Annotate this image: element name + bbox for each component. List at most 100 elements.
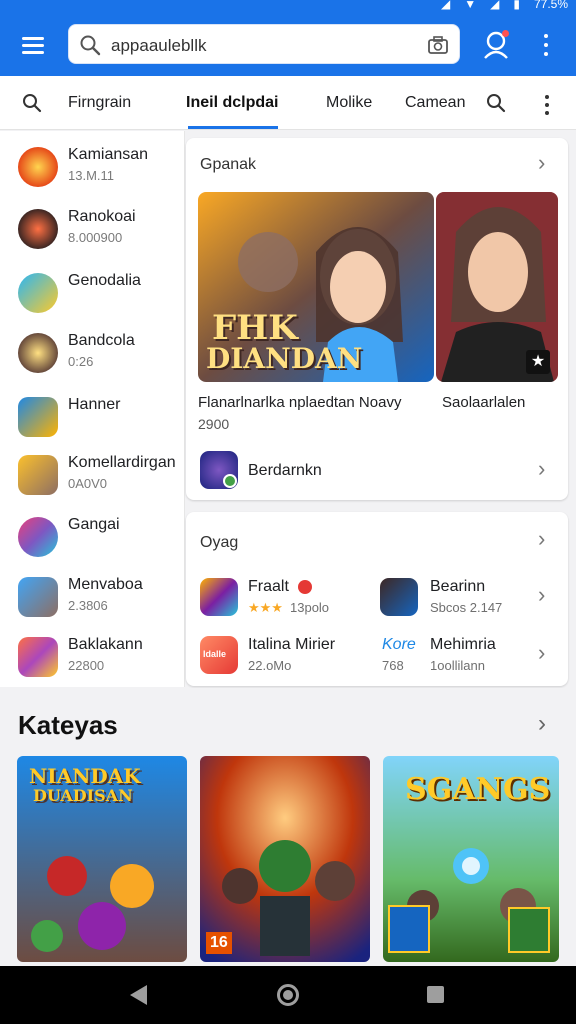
app-name: Kamiansan [68,146,149,163]
battery-icon: ▮ [513,0,520,11]
featured-card: Gpanak › FHK DIANDAN ★ Flanarlnarlka npl… [186,138,568,500]
search-icon[interactable] [486,93,506,113]
network-icon: ◢ [490,0,500,11]
app-name[interactable]: Italina Mirier [248,636,335,654]
banner-subtext: 2900 [198,416,230,432]
wifi-icon: ▼ [464,0,477,11]
banner-caption: Saolaarlalen [442,394,526,411]
icon-label: Idalle [203,649,227,659]
app-subtitle: 2.3806 [68,598,108,613]
game-icon-1 [18,147,58,187]
game-icon-6 [18,455,58,495]
category-art-title: SGANGS [405,772,551,807]
app-name: Genodalia [68,272,141,289]
app-subtitle: 1oollilann [430,658,485,673]
chevron-right-icon[interactable]: › [538,582,545,608]
games-card: Oyag › Fraalt ★★★ 13polo Bearinn Sbcos 2… [186,512,568,686]
tab-firngrain[interactable]: Firngrain [68,94,131,112]
chevron-right-icon[interactable]: › [538,640,545,666]
badge-icon [298,580,312,594]
category-card[interactable]: SGANGS [383,756,559,962]
banner-subtitle: DIANDAN [206,342,363,375]
active-tab-indicator [188,126,278,129]
app-subtitle: Sbcos 2.147 [430,600,503,615]
game-icon-12[interactable]: Idalle [200,636,238,674]
list-item[interactable]: Kamiansan 13.M.11 [0,137,185,199]
game-icon-3 [18,273,58,313]
featured-banner-2[interactable]: ★ [436,192,558,382]
game-icon-11[interactable] [380,578,418,616]
game-icon-2 [18,209,58,249]
app-icon-subtext: 768 [382,658,404,673]
chevron-right-icon[interactable]: › [538,710,546,738]
home-icon[interactable] [277,984,299,1006]
app-name: Menvaboa [68,576,143,593]
list-item[interactable]: Ranokoai 8.000900 [0,199,185,261]
notification-dot [502,30,509,37]
app-name[interactable]: Fraalt [248,578,289,596]
camera-search-icon[interactable] [427,35,449,55]
category-card[interactable]: 16 [200,756,370,962]
chevron-right-icon[interactable]: › [538,456,545,482]
search-icon [80,35,101,56]
list-item[interactable]: Genodalia [0,263,185,325]
search-bar[interactable]: appaaulebllk [68,24,460,64]
status-icons: ◢ ▼ ◢ ▮ 77.5% [441,0,568,11]
app-name: Bandcola [68,332,135,349]
recents-icon[interactable] [427,986,444,1003]
account-button[interactable] [482,30,510,65]
tab-bar: Firngrain Ineil dclpdai Molike Camean [0,76,576,130]
game-icon-7 [18,517,58,557]
app-name[interactable]: Mehimria [430,636,496,654]
section-title: Oyag [200,534,239,551]
app-subtitle: 13.M.11 [68,168,115,183]
app-list: Kamiansan 13.M.11 Ranokoai 8.000900 Geno… [0,131,185,687]
age-rating-badge: 16 [206,932,232,954]
app-subtitle: 0:26 [68,354,94,369]
app-name: Ranokoai [68,208,136,225]
categories-section: Kateyas › NIANDAK DUADISAN 16 SGANGS [0,688,576,966]
menu-icon[interactable] [18,30,48,60]
app-subtitle: 13polo [290,600,330,615]
list-item[interactable]: Hanner [0,387,185,449]
tab-camean[interactable]: Camean [405,94,465,112]
back-icon[interactable] [130,985,147,1005]
app-name: Komellardirgan [68,454,176,471]
system-nav-bar [0,966,576,1024]
list-item[interactable]: Berdarnkn › [186,444,568,498]
search-input[interactable]: appaaulebllk [111,36,206,56]
tab-ineil-dclpdai[interactable]: Ineil dclpdai [186,94,278,112]
tab-molike[interactable]: Molike [326,94,372,112]
list-item[interactable]: Gangai [0,507,185,569]
game-icon [200,451,238,489]
rating-stars: ★★★ [248,600,283,615]
game-icon-4 [18,333,58,373]
chevron-right-icon[interactable]: › [538,150,545,176]
section-title: Kateyas [18,710,118,740]
chevron-right-icon[interactable]: › [538,526,545,552]
game-icon-9 [18,637,58,677]
featured-banner[interactable]: FHK DIANDAN [198,192,434,382]
category-art-title: NIANDAK [29,764,141,788]
app-name: Gangai [68,516,120,533]
app-name[interactable]: Bearinn [430,578,485,596]
list-item[interactable]: Baklakann 22800 [0,627,185,689]
battery-text: 77.5% [533,0,568,11]
app-name: Hanner [68,396,121,413]
app-subtitle: 22800 [68,658,105,673]
list-item[interactable]: Bandcola 0:26 [0,323,185,385]
search-icon[interactable] [22,93,42,113]
game-icon-10[interactable] [200,578,238,616]
list-item[interactable]: Komellardirgan 0A0V0 [0,445,185,507]
list-item[interactable]: Menvaboa 2.3806 [0,567,185,629]
app-bar: appaaulebllk [0,14,576,76]
signal-icon: ◢ [441,0,451,11]
star-badge-icon: ★ [526,350,550,374]
app-subtitle: 22.oMo [248,658,292,673]
check-badge-icon [223,474,237,488]
category-card[interactable]: NIANDAK DUADISAN [17,756,187,962]
game-icon-8 [18,577,58,617]
more-options-icon[interactable] [542,95,552,115]
section-title: Gpanak [200,156,257,173]
more-options-icon[interactable] [536,32,556,58]
